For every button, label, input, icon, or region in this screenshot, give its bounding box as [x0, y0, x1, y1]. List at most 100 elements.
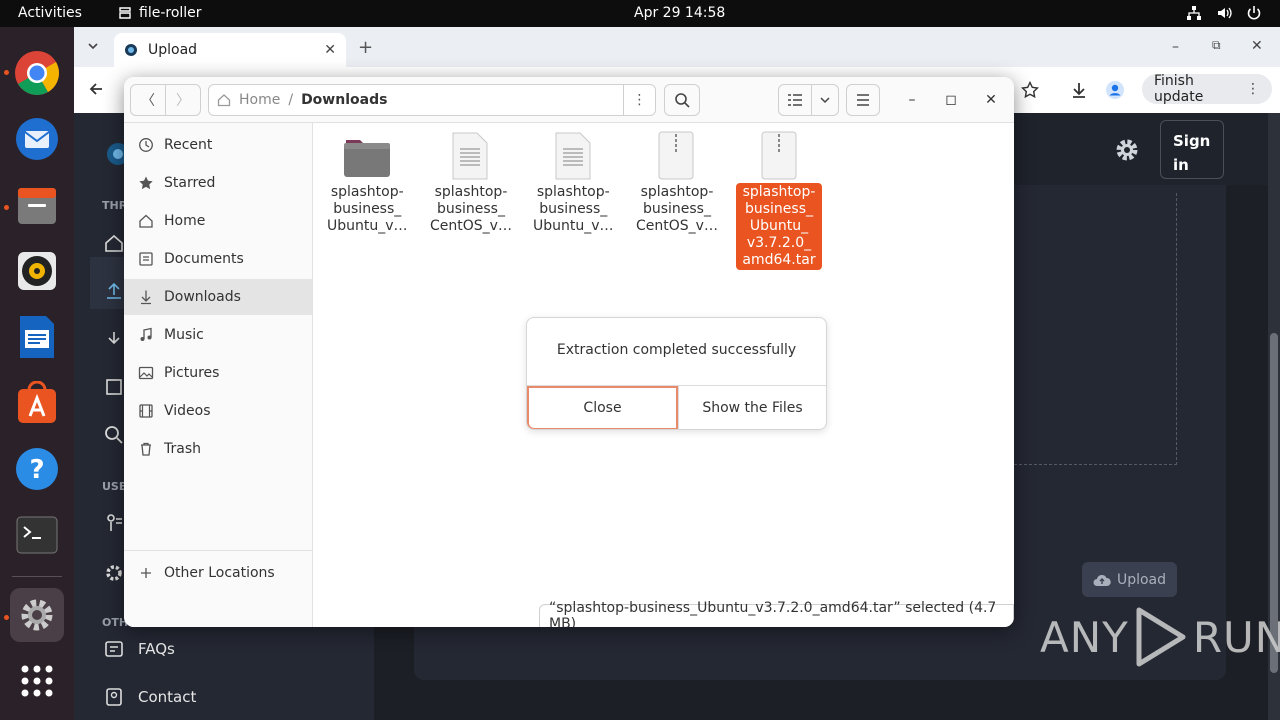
minimize-icon[interactable]: –: [901, 89, 923, 111]
drop-zone[interactable]: [1014, 193, 1177, 465]
app-center-icon[interactable]: [10, 376, 64, 430]
help-icon[interactable]: ?: [10, 442, 64, 496]
place-videos[interactable]: Videos: [124, 393, 312, 429]
clock[interactable]: Apr 29 14:58: [634, 5, 725, 21]
videos-icon: [138, 403, 154, 419]
restore-icon[interactable]: ⧉: [1212, 38, 1221, 53]
tab-upload[interactable]: Upload ✕: [114, 33, 346, 67]
search-nav-icon[interactable]: [104, 425, 124, 445]
close-icon[interactable]: ✕: [980, 89, 1002, 111]
cloud-upload-icon: [1093, 573, 1111, 587]
system-status-menu[interactable]: [1186, 5, 1262, 21]
plus-icon: [138, 565, 154, 581]
dock-separator: [12, 576, 62, 577]
file-roller-icon: [117, 5, 133, 21]
place-music[interactable]: Music: [124, 317, 312, 353]
place-starred[interactable]: Starred: [124, 165, 312, 201]
show-files-button[interactable]: Show the Files: [678, 386, 826, 429]
breadcrumb-current[interactable]: Downloads: [301, 92, 387, 108]
finish-update-button[interactable]: Finish update ⋮: [1142, 73, 1272, 105]
rhythmbox-icon[interactable]: [10, 244, 64, 298]
breadcrumb-home[interactable]: Home: [239, 92, 280, 108]
upload-button-label: Upload: [1116, 571, 1167, 588]
dialog-buttons: Close Show the Files: [527, 385, 826, 429]
profile-avatar-icon[interactable]: [1105, 80, 1125, 100]
app-menu[interactable]: file-roller: [117, 5, 202, 21]
home-nav-icon[interactable]: [104, 233, 124, 253]
app-grid-icon[interactable]: [10, 654, 64, 708]
gear-nav-icon[interactable]: [104, 563, 124, 583]
dock: ?: [0, 27, 74, 720]
nav-contact-label: Contact: [138, 688, 197, 706]
sign-in-button[interactable]: Sign in: [1160, 120, 1224, 179]
chevron-down-icon: [819, 94, 831, 106]
place-other-locations[interactable]: Other Locations: [124, 555, 312, 591]
back-icon[interactable]: [88, 81, 104, 97]
close-button[interactable]: Close: [527, 386, 678, 429]
settings-icon[interactable]: [10, 588, 64, 642]
section-label: USE: [102, 480, 127, 493]
user-nav-icon[interactable]: [104, 513, 124, 533]
place-recent[interactable]: Recent: [124, 127, 312, 163]
minimize-icon[interactable]: –: [1172, 39, 1179, 55]
anyrun-watermark: ANY RUN: [1040, 606, 1280, 668]
trash-icon: [138, 441, 154, 457]
close-window-icon[interactable]: ✕: [1251, 38, 1263, 54]
file-item[interactable]: splashtop-business_ CentOS_v…: [427, 131, 513, 236]
app-name: file-roller: [139, 5, 202, 21]
running-indicator: [4, 205, 9, 210]
clock-icon: [138, 137, 154, 153]
tab-search-icon[interactable]: [86, 39, 100, 53]
settings-gear-icon[interactable]: [1114, 137, 1140, 163]
place-documents[interactable]: Documents: [124, 241, 312, 277]
power-icon: [1246, 5, 1262, 21]
files-headerbar: 〈 〉 Home / Downloads ⋮ – ◻ ✕: [124, 77, 1014, 123]
bookmark-star-icon[interactable]: [1021, 81, 1039, 99]
terminal-icon[interactable]: [10, 508, 64, 562]
nav-faqs[interactable]: FAQs: [104, 639, 175, 659]
writer-icon[interactable]: [10, 310, 64, 364]
folder-icon: [342, 131, 392, 181]
top-bar: Activities file-roller Apr 29 14:58: [0, 0, 1280, 27]
download-nav-icon[interactable]: [104, 329, 124, 349]
forward-button[interactable]: 〉: [165, 84, 201, 116]
archive-icon: [651, 131, 701, 181]
downloads-icon[interactable]: [1070, 81, 1088, 99]
upload-button[interactable]: Upload: [1082, 562, 1177, 597]
file-name: splashtop-business_ Ubuntu_ v3.7.2.0_ am…: [736, 183, 822, 270]
files-nav-icon[interactable]: [104, 377, 124, 397]
place-pictures[interactable]: Pictures: [124, 355, 312, 391]
dialog-message: Extraction completed successfully: [556, 342, 797, 358]
volume-icon: [1216, 5, 1232, 21]
back-button[interactable]: 〈: [130, 84, 166, 116]
file-item-selected[interactable]: splashtop-business_ Ubuntu_ v3.7.2.0_ am…: [736, 131, 822, 270]
path-menu-icon[interactable]: ⋮: [623, 85, 655, 115]
place-home[interactable]: Home: [124, 203, 312, 239]
place-label: Trash: [164, 441, 201, 457]
upload-nav-icon[interactable]: [104, 281, 124, 301]
file-item[interactable]: splashtop-business_ CentOS_v…: [633, 131, 719, 236]
home-icon: [138, 213, 154, 229]
thunderbird-icon[interactable]: [10, 112, 64, 166]
activities-button[interactable]: Activities: [18, 5, 82, 21]
new-tab-icon[interactable]: +: [358, 37, 373, 58]
search-button[interactable]: [664, 84, 700, 116]
main-menu-button[interactable]: [846, 84, 880, 116]
home-path-icon: [217, 93, 231, 107]
svg-text:?: ?: [29, 455, 44, 485]
file-item[interactable]: splashtop-business_ Ubuntu_v…: [530, 131, 616, 236]
star-icon: [138, 175, 154, 191]
pictures-icon: [138, 365, 154, 381]
view-options-button[interactable]: [811, 84, 839, 116]
place-trash[interactable]: Trash: [124, 431, 312, 467]
tab-close-icon[interactable]: ✕: [324, 42, 336, 58]
music-icon: [138, 327, 154, 343]
view-list-button[interactable]: [778, 84, 812, 116]
place-downloads[interactable]: Downloads: [124, 279, 312, 315]
chrome-icon[interactable]: [10, 46, 64, 100]
more-menu-icon[interactable]: ⋮: [1246, 81, 1260, 97]
file-item[interactable]: splashtop-business_ Ubuntu_v…: [324, 131, 410, 236]
nav-contact[interactable]: Contact: [104, 687, 196, 707]
maximize-icon[interactable]: ◻: [940, 89, 962, 111]
files-icon[interactable]: [10, 178, 64, 232]
